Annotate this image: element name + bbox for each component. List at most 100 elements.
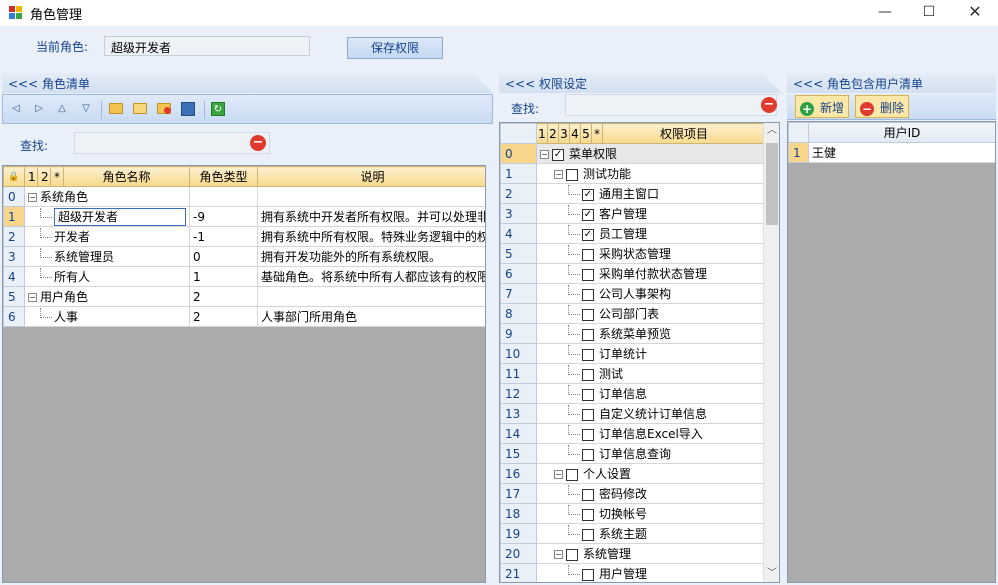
permission-checkbox[interactable] <box>582 288 594 301</box>
move-left-icon[interactable]: ◁ <box>9 102 23 116</box>
permission-cell[interactable]: 用户管理 <box>536 563 766 582</box>
role-type-cell[interactable]: 0 <box>189 246 258 267</box>
table-row[interactable]: 0− 系统角色 <box>3 186 485 207</box>
move-down-icon[interactable]: ▽ <box>79 102 93 116</box>
role-type-cell[interactable]: 2 <box>189 286 258 307</box>
row-number[interactable]: 5 <box>500 243 537 264</box>
permission-cell[interactable]: − ✓ 菜单权限 <box>536 143 766 164</box>
permission-checkbox[interactable] <box>582 428 594 441</box>
permission-search-input[interactable] <box>565 94 777 116</box>
clear-permission-search-icon[interactable]: − <box>761 97 777 113</box>
table-row[interactable]: 15 订单信息查询 <box>500 443 766 464</box>
collapse-icon[interactable]: − <box>554 550 563 559</box>
role-name-cell[interactable]: 开发者 <box>24 226 190 247</box>
table-row[interactable]: 18 切换帐号 <box>500 503 766 524</box>
permission-cell[interactable]: 订单信息查询 <box>536 443 766 464</box>
permission-cell[interactable]: 自定义统计订单信息 <box>536 403 766 424</box>
permission-cell[interactable]: ✓ 客户管理 <box>536 203 766 224</box>
permission-checkbox[interactable] <box>582 448 594 461</box>
maximize-button[interactable]: ☐ <box>906 0 952 26</box>
role-desc-cell[interactable] <box>257 286 485 307</box>
table-row[interactable]: 10 订单统计 <box>500 343 766 364</box>
col-star[interactable]: * <box>50 166 64 187</box>
role-search-input[interactable] <box>74 132 270 154</box>
refresh-icon[interactable]: ↻ <box>211 102 225 116</box>
role-desc-cell[interactable]: 基础角色。将系统中所有人都应该有的权限 <box>257 266 485 287</box>
permission-checkbox[interactable] <box>582 328 594 341</box>
permission-checkbox[interactable] <box>582 248 594 261</box>
role-desc-cell[interactable]: 拥有系统中所有权限。特殊业务逻辑中的权 <box>257 226 485 247</box>
col-description[interactable]: 说明 <box>257 166 485 187</box>
row-number[interactable]: 2 <box>3 226 25 247</box>
permission-cell[interactable]: 订单统计 <box>536 343 766 364</box>
row-number[interactable]: 9 <box>500 323 537 344</box>
permission-checkbox[interactable] <box>582 508 594 521</box>
row-number[interactable]: 11 <box>500 363 537 384</box>
role-type-cell[interactable]: 2 <box>189 306 258 327</box>
row-number[interactable]: 20 <box>500 543 537 564</box>
col-role-type[interactable]: 角色类型 <box>189 166 258 187</box>
add-user-button[interactable]: + 新增 <box>795 95 850 118</box>
role-type-cell[interactable]: -9 <box>189 206 258 227</box>
row-number[interactable]: 1 <box>788 142 809 163</box>
role-list-header[interactable]: <<< 角色清单 <box>2 73 493 93</box>
permission-cell[interactable]: 测试 <box>536 363 766 384</box>
perm-col-3[interactable]: 3 <box>558 123 570 144</box>
permission-checkbox[interactable] <box>582 308 594 321</box>
row-number[interactable]: 3 <box>3 246 25 267</box>
permission-cell[interactable]: 订单信息Excel导入 <box>536 423 766 444</box>
role-desc-cell[interactable] <box>257 186 485 207</box>
row-number[interactable]: 16 <box>500 463 537 484</box>
row-number[interactable]: 6 <box>3 306 25 327</box>
table-row[interactable]: 4 ✓ 员工管理 <box>500 223 766 244</box>
save-disk-icon[interactable] <box>181 102 195 116</box>
permission-cell[interactable]: − 测试功能 <box>536 163 766 184</box>
permission-checkbox[interactable] <box>566 548 578 561</box>
add-child-folder-icon[interactable] <box>133 103 147 114</box>
collapse-icon[interactable]: − <box>554 170 563 179</box>
role-desc-cell[interactable]: 拥有开发功能外的所有系统权限。 <box>257 246 485 267</box>
permission-checkbox[interactable] <box>566 168 578 181</box>
table-row[interactable]: 20 − 系统管理 <box>500 543 766 564</box>
permission-cell[interactable]: 采购单付款状态管理 <box>536 263 766 284</box>
permission-checkbox[interactable] <box>582 528 594 541</box>
role-type-cell[interactable]: -1 <box>189 226 258 247</box>
minimize-button[interactable]: — <box>862 0 908 26</box>
table-row[interactable]: 11 测试 <box>500 363 766 384</box>
user-id-cell[interactable]: 王健 <box>808 142 995 163</box>
role-desc-cell[interactable]: 人事部门所用角色 <box>257 306 485 327</box>
perm-col-star[interactable]: * <box>591 123 603 144</box>
permission-checkbox[interactable] <box>582 568 594 581</box>
table-row[interactable]: 2 ✓ 通用主窗口 <box>500 183 766 204</box>
table-row[interactable]: 9 系统菜单预览 <box>500 323 766 344</box>
col-role-name[interactable]: 角色名称 <box>63 166 190 187</box>
table-row[interactable]: 6 人事 2 人事部门所用角色 <box>3 306 485 327</box>
permission-cell[interactable]: 系统菜单预览 <box>536 323 766 344</box>
role-name-cell[interactable]: 系统管理员 <box>24 246 190 267</box>
permission-checkbox[interactable] <box>566 468 578 481</box>
role-name-editor[interactable]: 超级开发者 <box>54 207 186 226</box>
permission-checkbox[interactable] <box>582 408 594 421</box>
permission-header[interactable]: <<< 权限设定 <box>499 73 782 93</box>
permission-checkbox[interactable]: ✓ <box>552 148 564 161</box>
row-number[interactable]: 19 <box>500 523 537 544</box>
row-number[interactable]: 14 <box>500 423 537 444</box>
role-name-cell[interactable]: 所有人 <box>24 266 190 287</box>
row-number[interactable]: 6 <box>500 263 537 284</box>
table-row[interactable]: 5 采购状态管理 <box>500 243 766 264</box>
role-type-cell[interactable] <box>189 186 258 207</box>
row-number[interactable]: 0 <box>3 186 25 207</box>
perm-col-2[interactable]: 2 <box>547 123 559 144</box>
permission-checkbox[interactable] <box>582 368 594 381</box>
role-name-cell[interactable]: − 系统角色 <box>24 186 190 207</box>
permission-cell[interactable]: 订单信息 <box>536 383 766 404</box>
role-name-cell[interactable]: − 用户角色 <box>24 286 190 307</box>
permission-cell[interactable]: − 个人设置 <box>536 463 766 484</box>
row-number[interactable]: 10 <box>500 343 537 364</box>
table-row[interactable]: 17 密码修改 <box>500 483 766 504</box>
table-row[interactable]: 21 用户管理 <box>500 563 766 582</box>
row-number[interactable]: 13 <box>500 403 537 424</box>
permission-cell[interactable]: 公司人事架构 <box>536 283 766 304</box>
table-row[interactable]: 5− 用户角色 2 <box>3 286 485 307</box>
clear-search-icon[interactable]: − <box>250 135 266 151</box>
